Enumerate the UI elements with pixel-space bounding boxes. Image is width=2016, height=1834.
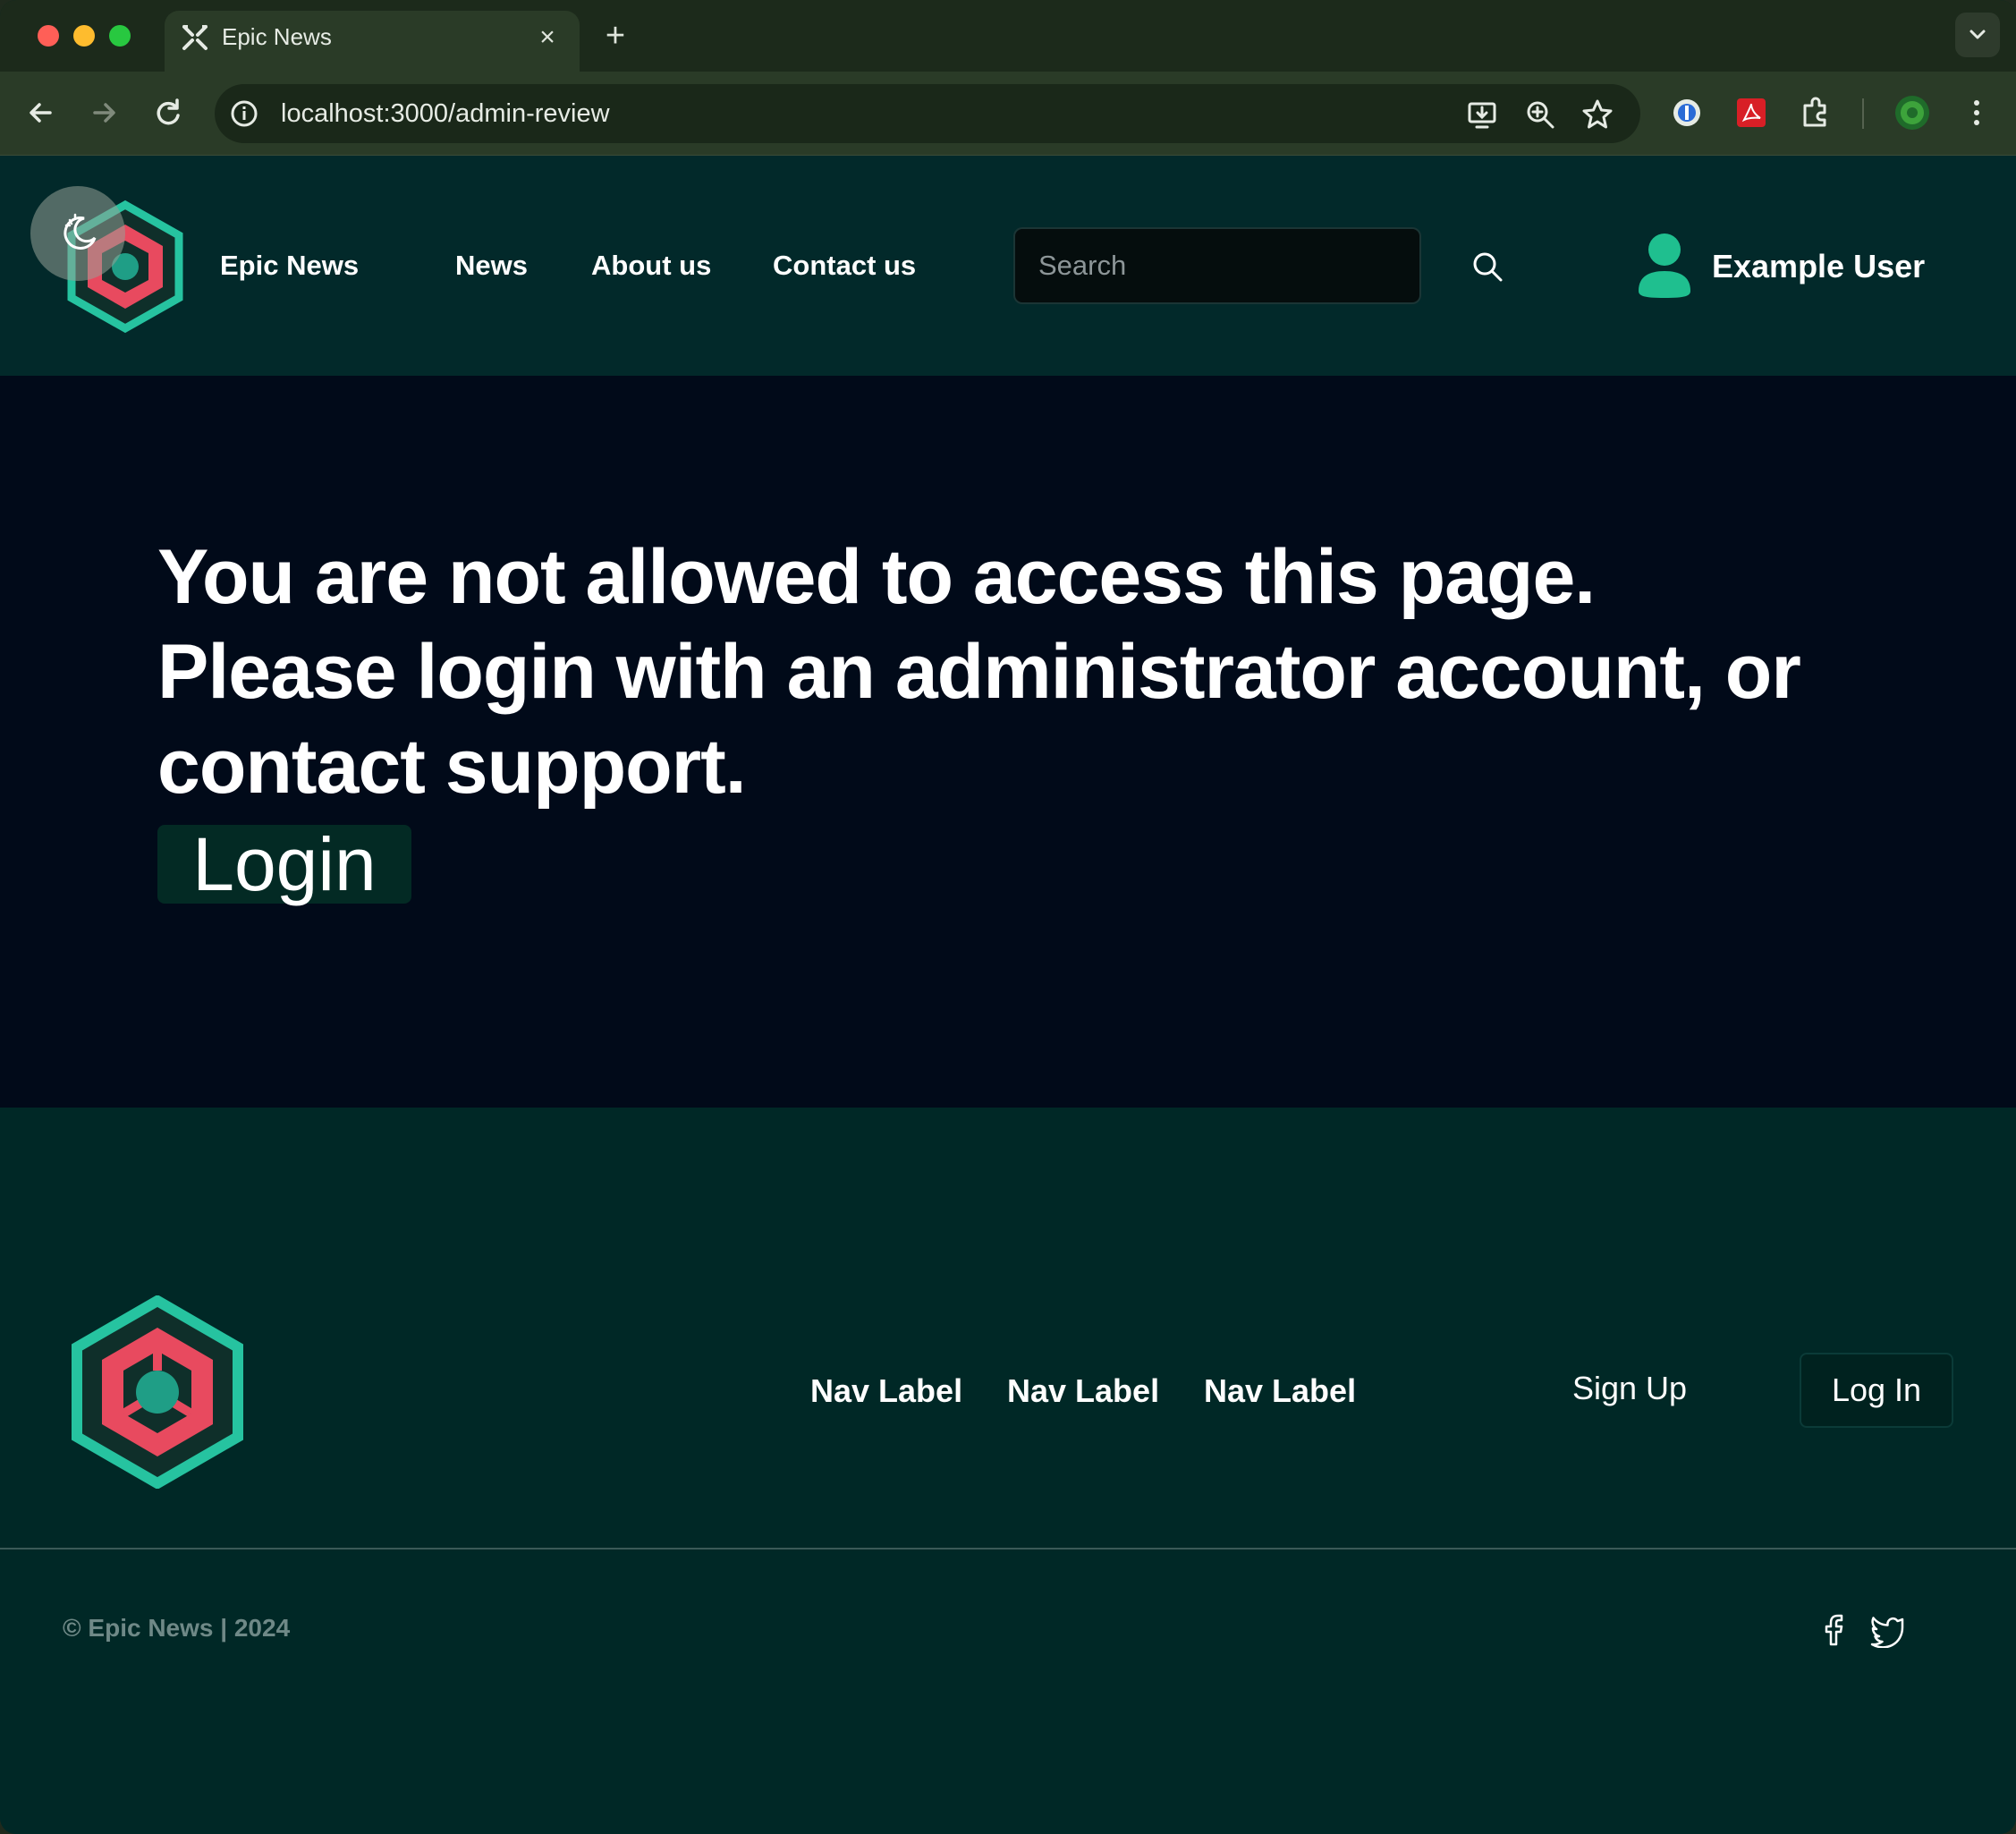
address-bar[interactable]: localhost:3000/admin-review: [215, 84, 1640, 143]
nav-link-about[interactable]: About us: [591, 250, 711, 282]
remix-favicon-icon: [182, 25, 208, 50]
footer-nav-link[interactable]: Nav Label: [1204, 1372, 1356, 1410]
url-text: localhost:3000/admin-review: [281, 99, 610, 128]
search-icon[interactable]: [1470, 250, 1504, 284]
nav-link-contact[interactable]: Contact us: [773, 250, 916, 282]
pdf-extension-icon[interactable]: [1732, 93, 1771, 132]
tab-title: Epic News: [222, 23, 332, 50]
search-input[interactable]: [1013, 227, 1421, 304]
access-denied-message: You are not allowed to access this page.…: [157, 530, 1857, 814]
toolbar-separator: [1862, 98, 1864, 129]
footer-nav-link[interactable]: Nav Label: [810, 1372, 962, 1410]
user-name[interactable]: Example User: [1712, 248, 1925, 285]
zoom-icon[interactable]: [1522, 97, 1558, 132]
log-in-button[interactable]: Log In: [1800, 1353, 1953, 1428]
main-content: You are not allowed to access this page.…: [0, 376, 2016, 1108]
message-line-1: You are not allowed to access this page.: [157, 534, 1596, 620]
footer-nav-link[interactable]: Nav Label: [1007, 1372, 1159, 1410]
new-tab-icon[interactable]: +: [597, 18, 633, 54]
maximize-window-button[interactable]: [109, 25, 131, 47]
footer-logo-icon[interactable]: [70, 1295, 245, 1489]
user-avatar-icon[interactable]: [1637, 232, 1692, 300]
reload-icon[interactable]: [147, 91, 190, 134]
minimize-window-button[interactable]: [73, 25, 95, 47]
profile-icon[interactable]: [1893, 93, 1932, 132]
back-arrow-icon[interactable]: [20, 91, 63, 134]
sign-up-button[interactable]: Sign Up: [1547, 1351, 1712, 1426]
footer-divider: [0, 1548, 2016, 1550]
brand-name[interactable]: Epic News: [220, 250, 359, 282]
site-info-icon[interactable]: [227, 97, 261, 131]
login-button[interactable]: Login: [157, 825, 411, 904]
menu-dots-icon[interactable]: [1957, 93, 1996, 132]
copyright-text: © Epic News | 2024: [63, 1614, 291, 1642]
browser-toolbar: localhost:3000/admin-review: [0, 72, 2016, 156]
tab-strip: Epic News × +: [0, 0, 2016, 72]
install-app-icon[interactable]: [1465, 97, 1501, 132]
password-manager-icon[interactable]: [1667, 93, 1707, 132]
browser-tab[interactable]: Epic News ×: [165, 11, 580, 72]
theme-toggle-button[interactable]: [30, 186, 125, 281]
facebook-icon[interactable]: [1816, 1612, 1851, 1648]
chevron-down-icon: [1969, 30, 1986, 39]
site-footer: Nav Label Nav Label Nav Label Sign Up Lo…: [0, 1108, 2016, 1834]
tab-search-button[interactable]: [1955, 13, 2000, 57]
site-header: Epic News News About us Contact us Examp…: [0, 157, 2016, 376]
moon-stars-icon: [64, 213, 97, 250]
bookmark-star-icon[interactable]: [1580, 97, 1615, 132]
message-line-2: Please login with an administrator accou…: [157, 629, 1801, 810]
tab-close-icon[interactable]: ×: [531, 21, 563, 54]
close-window-button[interactable]: [38, 25, 59, 47]
twitter-icon[interactable]: [1869, 1612, 1905, 1648]
browser-window: Epic News × + localhost:3000/admin-revie…: [0, 0, 2016, 1834]
nav-link-news[interactable]: News: [455, 250, 528, 282]
extensions-puzzle-icon[interactable]: [1796, 93, 1835, 132]
forward-arrow-icon[interactable]: [82, 91, 125, 134]
